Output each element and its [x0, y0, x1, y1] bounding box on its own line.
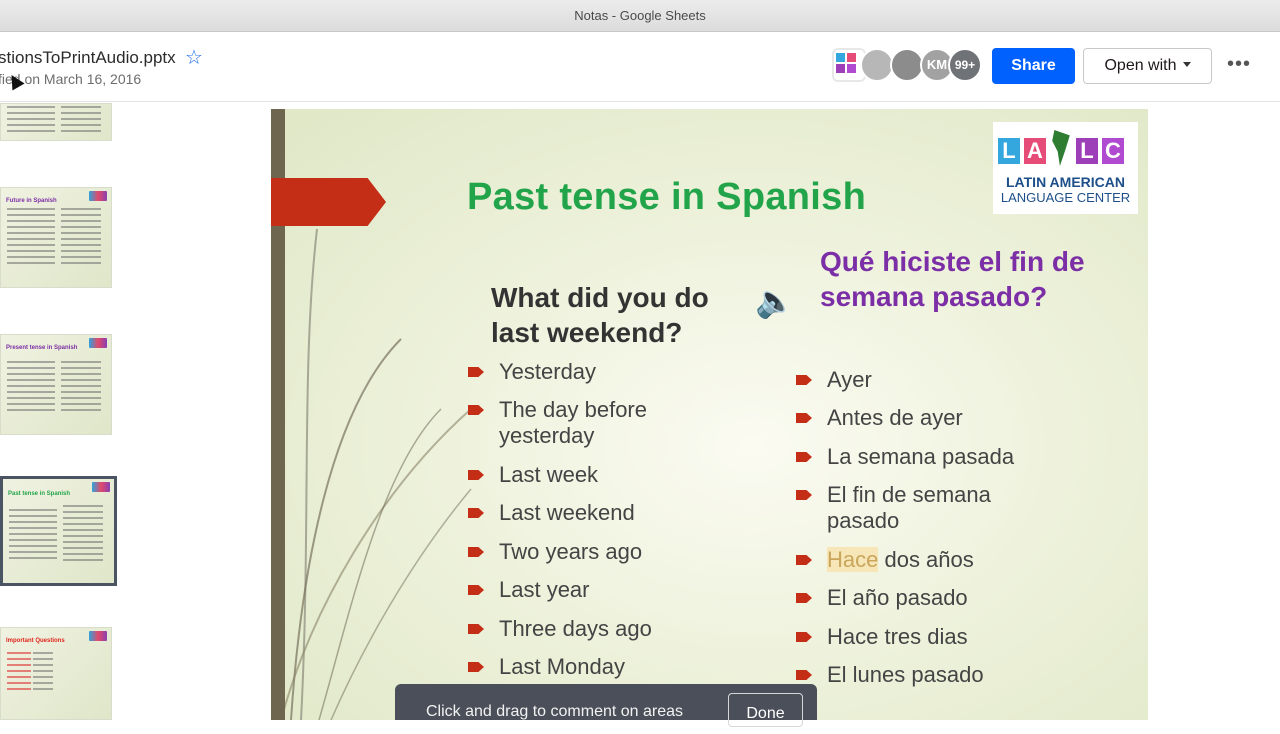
list-item: The day before yesterday: [468, 397, 688, 449]
list-item: Ayer: [796, 367, 872, 393]
star-icon[interactable]: ☆: [185, 47, 207, 69]
thumb-title: Important Questions: [6, 638, 65, 644]
english-phrase-list: Yesterday The day before yesterday Last …: [468, 109, 798, 720]
thumb-logo: [89, 631, 107, 641]
text-highlight: Hace: [827, 547, 879, 572]
thumb-title: Future in Spanish: [6, 198, 57, 204]
slide-thumbnails-panel: Future in Spanish Present tense in Spani…: [0, 103, 130, 720]
window-title: Notas - Google Sheets: [574, 8, 706, 23]
thumb-title: Present tense in Spanish: [6, 345, 78, 351]
collaborator-avatars[interactable]: KM 99+: [832, 48, 984, 84]
more-options-button[interactable]: •••: [1224, 52, 1254, 80]
list-item: Two years ago: [468, 539, 642, 565]
slide-red-tab: [271, 178, 386, 226]
window-titlebar: Notas - Google Sheets: [0, 0, 1280, 32]
toast-message: Click and drag to comment on areas: [426, 703, 684, 720]
done-button[interactable]: Done: [728, 693, 803, 727]
thumb-logo: [89, 191, 107, 201]
thumb-logo: [92, 482, 110, 492]
share-button[interactable]: Share: [992, 48, 1075, 84]
list-item: Yesterday: [468, 359, 596, 385]
list-item: El lunes pasado: [796, 662, 984, 688]
slide-thumbnail-selected[interactable]: Past tense in Spanish: [0, 476, 117, 586]
avatar[interactable]: [860, 48, 894, 82]
open-with-button[interactable]: Open with: [1083, 48, 1212, 84]
slide-thumbnail[interactable]: Present tense in Spanish: [0, 334, 112, 435]
slide-thumbnail[interactable]: [0, 103, 112, 141]
list-item: El fin de semana pasado: [796, 482, 1026, 534]
avatar[interactable]: [890, 48, 924, 82]
thumb-title: Past tense in Spanish: [8, 491, 71, 497]
avatar-overflow-count[interactable]: 99+: [948, 48, 982, 82]
list-item: Last weekend: [468, 500, 635, 526]
slide-thumbnail[interactable]: Future in Spanish: [0, 187, 112, 288]
list-item: Hace tres dias: [796, 624, 968, 650]
list-item: Last Monday: [468, 654, 625, 680]
open-with-label: Open with: [1104, 57, 1177, 74]
list-item: La semana pasada: [796, 444, 1014, 470]
list-item-highlighted: Hace dos años: [796, 547, 974, 573]
file-header: stionsToPrintAudio.pptx ☆ fied on March …: [0, 32, 1280, 102]
spanish-phrase-list: Ayer Antes de ayer La semana pasada El f…: [796, 109, 1126, 720]
file-name[interactable]: stionsToPrintAudio.pptx: [0, 48, 176, 68]
comment-mode-toast: Click and drag to comment on areas Done: [395, 684, 817, 727]
list-item: Last year: [468, 577, 590, 603]
list-item: Antes de ayer: [796, 405, 963, 431]
list-item: Three days ago: [468, 616, 652, 642]
list-item: Last week: [468, 462, 598, 488]
chevron-down-icon: [1182, 62, 1191, 67]
slide-canvas[interactable]: Past tense in Spanish L A L C LATIN AMER…: [271, 109, 1148, 720]
slide-thumbnail[interactable]: Important Questions: [0, 627, 112, 720]
thumb-logo: [89, 338, 107, 348]
list-item: El año pasado: [796, 585, 968, 611]
